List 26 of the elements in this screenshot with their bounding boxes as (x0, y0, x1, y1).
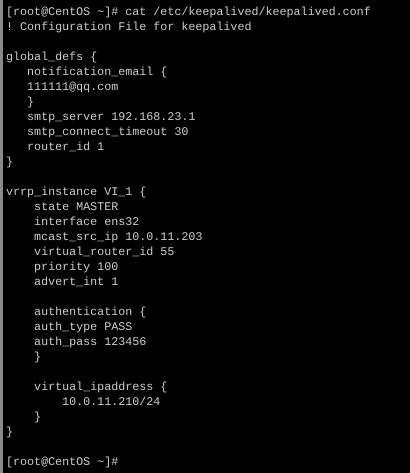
terminal-line: ! Configuration File for keepalived (6, 20, 252, 35)
terminal-line: } (6, 155, 14, 170)
terminal-line: vrrp_instance VI_1 { (6, 185, 148, 200)
terminal-line: advert_int 1 (33, 275, 120, 290)
terminal-line: [root@CentOS ~]# (6, 455, 120, 470)
terminal-line: smtp_connect_timeout 30 (26, 125, 190, 140)
terminal-line: router_id 1 (26, 140, 106, 155)
terminal-line: [root@CentOS ~]# cat /etc/keepalived/keepalived.conf (6, 5, 372, 20)
terminal-line: } (6, 425, 14, 440)
terminal-line: auth_pass 123456 (33, 335, 148, 350)
terminal-line: mcast_src_ip 10.0.11.203 (33, 230, 204, 245)
terminal-line: auth_type PASS (33, 320, 134, 335)
terminal-line: } (33, 410, 42, 425)
terminal-line: } (33, 350, 42, 365)
terminal-line: priority 100 (33, 260, 120, 275)
terminal-line: global_defs { (6, 50, 98, 65)
terminal-line: virtual_ipaddress { (33, 380, 168, 395)
terminal-line: notification_email { (26, 65, 168, 80)
terminal-line: interface ens32 (33, 215, 140, 230)
terminal-line: } (26, 95, 36, 110)
terminal-line: 111111@qq.com (26, 80, 120, 95)
terminal-line: smtp_server 192.168.23.1 (26, 110, 196, 125)
terminal-line: virtual_router_id 55 (33, 245, 176, 260)
terminal-line: authentication { (33, 305, 148, 320)
terminal-line: state MASTER (33, 200, 120, 215)
terminal-line: 10.0.11.210/24 (61, 395, 162, 410)
